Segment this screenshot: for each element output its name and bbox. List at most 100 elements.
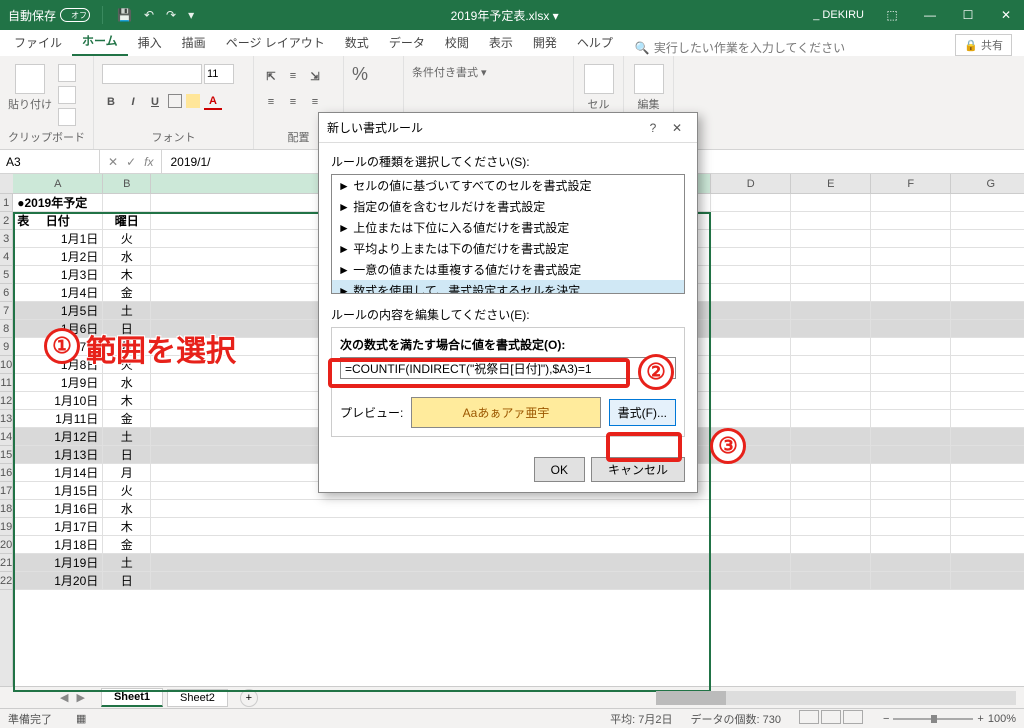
font-name[interactable]: [102, 64, 202, 84]
tab-data[interactable]: データ: [379, 29, 435, 56]
titlebar: 自動保存 オフ 💾 ↶ ↷ ▾ 2019年予定表.xlsx ▾ _ DEKIRU…: [0, 0, 1024, 30]
rule-type-item[interactable]: ► 指定の値を含むセルだけを書式設定: [332, 196, 684, 217]
autosave-toggle[interactable]: オフ: [60, 8, 90, 22]
tab-draw[interactable]: 描画: [172, 29, 216, 56]
status-avg: 平均: 7月2日: [610, 711, 672, 727]
align-left-icon[interactable]: ≡: [262, 94, 280, 110]
bold-icon[interactable]: B: [102, 94, 120, 110]
minimize-icon[interactable]: —: [912, 0, 948, 30]
status-ready: 準備完了: [8, 711, 52, 727]
dialog-title: 新しい書式ルール: [327, 119, 641, 136]
redo-icon[interactable]: ↷: [166, 8, 176, 22]
name-box[interactable]: A3: [0, 150, 100, 173]
tab-review[interactable]: 校閲: [435, 29, 479, 56]
sheet-nav-next-icon[interactable]: ▶: [76, 691, 84, 704]
preview-sample: Aaあぁアァ亜宇: [411, 397, 600, 428]
cancel-formula-icon[interactable]: ✕: [108, 155, 118, 169]
sheet-tab-2[interactable]: Sheet2: [167, 689, 228, 707]
dialog-help-icon[interactable]: ?: [641, 121, 665, 135]
zoom-in-icon[interactable]: +: [977, 713, 983, 725]
rule-type-item[interactable]: ► 数式を使用して、書式設定するセルを決定: [332, 280, 684, 294]
formula-label: 次の数式を満たす場合に値を書式設定(O):: [340, 336, 676, 353]
format-painter-icon[interactable]: [58, 108, 76, 126]
tab-dev[interactable]: 開発: [523, 29, 567, 56]
tab-insert[interactable]: 挿入: [128, 29, 172, 56]
rule-type-item[interactable]: ► 平均より上または下の値だけを書式設定: [332, 238, 684, 259]
close-icon[interactable]: ✕: [988, 0, 1024, 30]
qat-dropdown-icon[interactable]: ▾: [188, 8, 194, 22]
dialog-close-icon[interactable]: ✕: [665, 121, 689, 135]
tab-layout[interactable]: ページ レイアウト: [216, 29, 335, 56]
italic-icon[interactable]: I: [124, 94, 142, 110]
cut-icon[interactable]: [58, 64, 76, 82]
undo-icon[interactable]: ↶: [144, 8, 154, 22]
align-bottom-icon[interactable]: ⇲: [306, 68, 324, 84]
ok-button[interactable]: OK: [534, 457, 585, 482]
font-color-icon[interactable]: A: [204, 94, 222, 110]
col-E[interactable]: E: [791, 174, 871, 193]
sheet-nav-prev-icon[interactable]: ◀: [60, 691, 68, 704]
row-headers[interactable]: 12345678910111213141516171819202122: [0, 174, 13, 686]
enter-formula-icon[interactable]: ✓: [126, 155, 136, 169]
cond-format-button[interactable]: 条件付き書式 ▾: [412, 64, 487, 80]
preview-label: プレビュー:: [340, 404, 403, 421]
save-icon[interactable]: 💾: [117, 8, 132, 22]
fill-color-icon[interactable]: [186, 94, 200, 108]
col-A[interactable]: A: [13, 174, 103, 193]
share-button[interactable]: 🔒 共有: [955, 34, 1012, 56]
rule-type-list[interactable]: ► セルの値に基づいてすべてのセルを書式設定 ► 指定の値を含むセルだけを書式設…: [331, 174, 685, 294]
editing-button[interactable]: 編集: [632, 64, 665, 112]
zoom-out-icon[interactable]: −: [883, 713, 889, 725]
maximize-icon[interactable]: ☐: [950, 0, 986, 30]
tab-help[interactable]: ヘルプ: [567, 29, 623, 56]
new-format-rule-dialog: 新しい書式ルール ? ✕ ルールの種類を選択してください(S): ► セルの値に…: [318, 112, 698, 493]
underline-icon[interactable]: U: [146, 94, 164, 110]
align-center-icon[interactable]: ≡: [284, 94, 302, 110]
align-right-icon[interactable]: ≡: [306, 94, 324, 110]
macro-rec-icon[interactable]: ▦: [76, 712, 86, 725]
search-icon: 🔍: [635, 41, 650, 55]
col-D[interactable]: D: [711, 174, 791, 193]
autosave-label: 自動保存: [8, 7, 56, 24]
format-button[interactable]: 書式(F)...: [609, 399, 676, 426]
zoom-percent[interactable]: 100%: [988, 713, 1016, 725]
fx-icon[interactable]: fx: [144, 155, 153, 169]
zoom-slider[interactable]: [893, 718, 973, 720]
view-buttons[interactable]: [799, 710, 865, 727]
group-font: フォント: [102, 129, 245, 147]
sheet-tab-1[interactable]: Sheet1: [101, 688, 163, 707]
align-top-icon[interactable]: ⇱: [262, 68, 280, 84]
align-middle-icon[interactable]: ≡: [284, 68, 302, 84]
rule-type-label: ルールの種類を選択してください(S):: [331, 153, 685, 170]
filename[interactable]: 2019年予定表.xlsx ▾: [204, 7, 805, 24]
tab-home[interactable]: ホーム: [72, 27, 128, 56]
cancel-button[interactable]: キャンセル: [591, 457, 685, 482]
find-icon: [634, 64, 664, 94]
user-name[interactable]: _ DEKIRU: [805, 9, 872, 21]
hscrollbar[interactable]: [656, 691, 1016, 705]
copy-icon[interactable]: [58, 86, 76, 104]
tab-file[interactable]: ファイル: [4, 29, 72, 56]
percent-icon[interactable]: %: [352, 64, 368, 85]
cells-icon: [584, 64, 614, 94]
sheet-tabs: ◀ ▶ Sheet1 Sheet2 +: [0, 686, 1024, 708]
tab-view[interactable]: 表示: [479, 29, 523, 56]
cells-button[interactable]: セル: [582, 64, 615, 112]
tab-formulas[interactable]: 数式: [335, 29, 379, 56]
rule-type-item[interactable]: ► 一意の値または重複する値だけを書式設定: [332, 259, 684, 280]
col-B[interactable]: B: [103, 174, 151, 193]
paste-button[interactable]: 貼り付け: [8, 64, 52, 112]
col-F[interactable]: F: [871, 174, 951, 193]
rule-type-item[interactable]: ► セルの値に基づいてすべてのセルを書式設定: [332, 175, 684, 196]
font-size[interactable]: [204, 64, 234, 84]
clipboard-icon: [15, 64, 45, 94]
add-sheet-button[interactable]: +: [240, 689, 258, 707]
group-clipboard: クリップボード: [8, 129, 85, 147]
rule-type-item[interactable]: ► 上位または下位に入る値だけを書式設定: [332, 217, 684, 238]
rule-formula-input[interactable]: [340, 357, 676, 379]
ribbon-tabs: ファイル ホーム 挿入 描画 ページ レイアウト 数式 データ 校閲 表示 開発…: [0, 30, 1024, 56]
border-icon[interactable]: [168, 94, 182, 108]
col-G[interactable]: G: [951, 174, 1024, 193]
tell-me[interactable]: 🔍実行したい作業を入力してください: [635, 39, 845, 56]
ribbon-options-icon[interactable]: ⬚: [874, 0, 910, 30]
